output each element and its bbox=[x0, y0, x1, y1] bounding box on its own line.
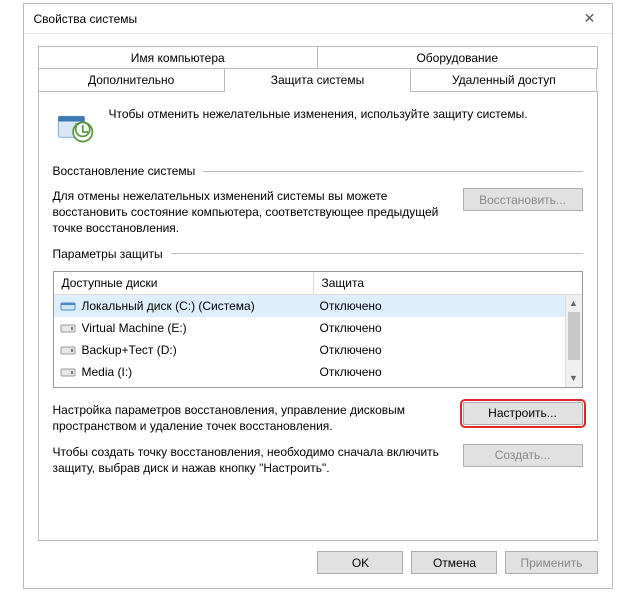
drive-icon bbox=[60, 366, 76, 378]
drive-status: Отключено bbox=[320, 299, 576, 313]
tab-panel: Чтобы отменить нежелательные изменения, … bbox=[38, 91, 598, 541]
tab-remote[interactable]: Удаленный доступ bbox=[411, 68, 597, 91]
table-row[interactable]: Media (I:) Отключено bbox=[54, 361, 582, 383]
drive-name: Локальный диск (C:) (Система) bbox=[82, 299, 255, 313]
section-title-restore: Восстановление системы bbox=[53, 164, 196, 178]
scroll-track[interactable] bbox=[566, 312, 582, 370]
tab-advanced[interactable]: Дополнительно bbox=[38, 68, 225, 91]
configure-description: Настройка параметров восстановления, упр… bbox=[53, 402, 451, 434]
scroll-down-icon[interactable]: ▼ bbox=[566, 370, 582, 387]
divider bbox=[203, 171, 582, 172]
titlebar: Свойства системы ✕ bbox=[24, 4, 612, 34]
drive-status: Отключено bbox=[320, 321, 576, 335]
drive-status: Отключено bbox=[320, 343, 576, 357]
table-row[interactable]: Virtual Machine (E:) Отключено bbox=[54, 317, 582, 339]
tab-computer-name[interactable]: Имя компьютера bbox=[38, 46, 319, 69]
restore-description: Для отмены нежелательных изменений систе… bbox=[53, 188, 451, 237]
drive-name: Virtual Machine (E:) bbox=[82, 321, 187, 335]
tab-system-protection[interactable]: Защита системы bbox=[225, 68, 411, 92]
list-header: Доступные диски Защита bbox=[54, 272, 582, 295]
drive-icon bbox=[60, 344, 76, 356]
scrollbar[interactable]: ▲ ▼ bbox=[565, 295, 582, 387]
restore-shield-icon bbox=[53, 104, 95, 146]
col-status[interactable]: Защита bbox=[314, 272, 582, 294]
create-button[interactable]: Создать... bbox=[463, 444, 583, 467]
close-icon[interactable]: ✕ bbox=[568, 4, 612, 33]
tab-hardware[interactable]: Оборудование bbox=[318, 46, 598, 69]
tab-strip: Имя компьютера Оборудование Дополнительн… bbox=[38, 46, 598, 541]
divider bbox=[171, 253, 583, 254]
window-title: Свойства системы bbox=[34, 12, 568, 26]
create-description: Чтобы создать точку восстановления, необ… bbox=[53, 444, 451, 476]
intro-text: Чтобы отменить нежелательные изменения, … bbox=[109, 104, 528, 122]
drive-name: Media (I:) bbox=[82, 365, 133, 379]
system-properties-window: Свойства системы ✕ Имя компьютера Оборуд… bbox=[23, 3, 613, 589]
ok-button[interactable]: OK bbox=[317, 551, 403, 574]
configure-button[interactable]: Настроить... bbox=[463, 402, 583, 425]
dialog-footer: OK Отмена Применить bbox=[38, 551, 598, 574]
apply-button[interactable]: Применить bbox=[505, 551, 597, 574]
drives-list[interactable]: Доступные диски Защита Локальный диск (C… bbox=[53, 271, 583, 388]
drive-status: Отключено bbox=[320, 365, 576, 379]
col-drive[interactable]: Доступные диски bbox=[54, 272, 314, 294]
section-title-protection: Параметры защиты bbox=[53, 247, 163, 261]
scroll-thumb[interactable] bbox=[568, 312, 580, 360]
drive-icon bbox=[60, 322, 76, 334]
table-row[interactable]: Backup+Тест (D:) Отключено bbox=[54, 339, 582, 361]
restore-button[interactable]: Восстановить... bbox=[463, 188, 583, 211]
drive-name: Backup+Тест (D:) bbox=[82, 343, 177, 357]
scroll-up-icon[interactable]: ▲ bbox=[566, 295, 582, 312]
cancel-button[interactable]: Отмена bbox=[411, 551, 497, 574]
drive-icon bbox=[60, 300, 76, 312]
table-row[interactable]: Локальный диск (C:) (Система) Отключено bbox=[54, 295, 582, 317]
